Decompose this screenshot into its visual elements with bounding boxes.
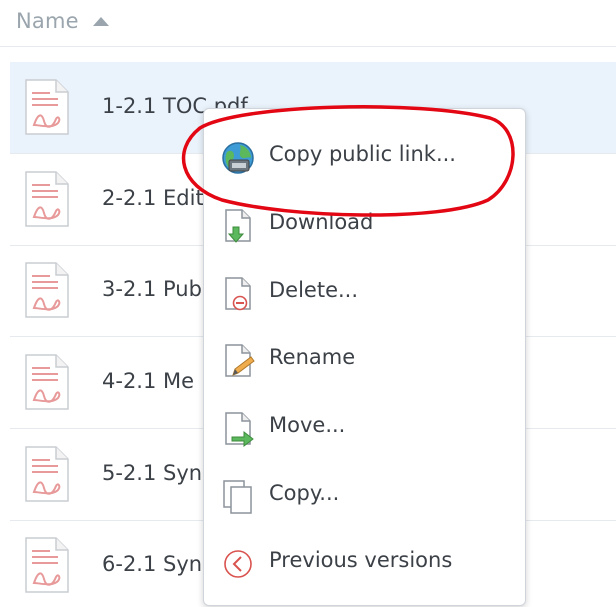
pdf-file-icon (25, 171, 69, 227)
copy-icon (223, 480, 252, 514)
file-name[interactable]: 2-2.1 Edit (102, 186, 204, 210)
menu-item-label: Copy public link... (269, 142, 456, 166)
move-arrow-icon (225, 412, 254, 447)
column-name-header[interactable]: Name (16, 9, 79, 33)
file-name[interactable]: 3-2.1 Pub (102, 277, 202, 301)
menu-item-copy[interactable]: Copy... (204, 465, 525, 525)
rename-pencil-icon (225, 344, 255, 377)
pdf-file-icon (25, 446, 69, 502)
delete-icon (225, 277, 251, 311)
pdf-file-icon (25, 79, 69, 135)
public-link-globe-icon (222, 142, 254, 174)
menu-item-delete[interactable]: Delete... (204, 262, 525, 322)
file-browser: Name 1-2.1 TOC.pdf 2-2.1 Edit 3-2.1 Pub … (0, 0, 616, 607)
menu-item-label: Rename (269, 345, 356, 369)
menu-item-move[interactable]: Move... (204, 397, 525, 457)
menu-item-label: Delete... (269, 278, 359, 302)
sort-ascending-icon[interactable] (93, 17, 109, 26)
pdf-file-icon (25, 354, 69, 410)
menu-item-label: Move... (269, 413, 346, 437)
menu-item-previous-versions[interactable]: Previous versions (204, 532, 525, 592)
menu-item-label: Copy... (269, 481, 340, 505)
list-header: Name (0, 0, 616, 47)
pdf-file-icon (25, 262, 69, 318)
context-menu: Copy public link... Download Delete... R… (203, 108, 526, 606)
menu-item-label: Download (269, 210, 374, 234)
menu-item-rename[interactable]: Rename (204, 329, 525, 389)
menu-item-label: Previous versions (269, 548, 453, 572)
file-name[interactable]: 4-2.1 Me (102, 369, 194, 393)
previous-versions-icon (224, 550, 252, 578)
menu-item-download[interactable]: Download (204, 194, 525, 254)
download-icon (225, 209, 251, 243)
menu-item-copy-public-link[interactable]: Copy public link... (204, 126, 525, 186)
pdf-file-icon (25, 537, 69, 593)
